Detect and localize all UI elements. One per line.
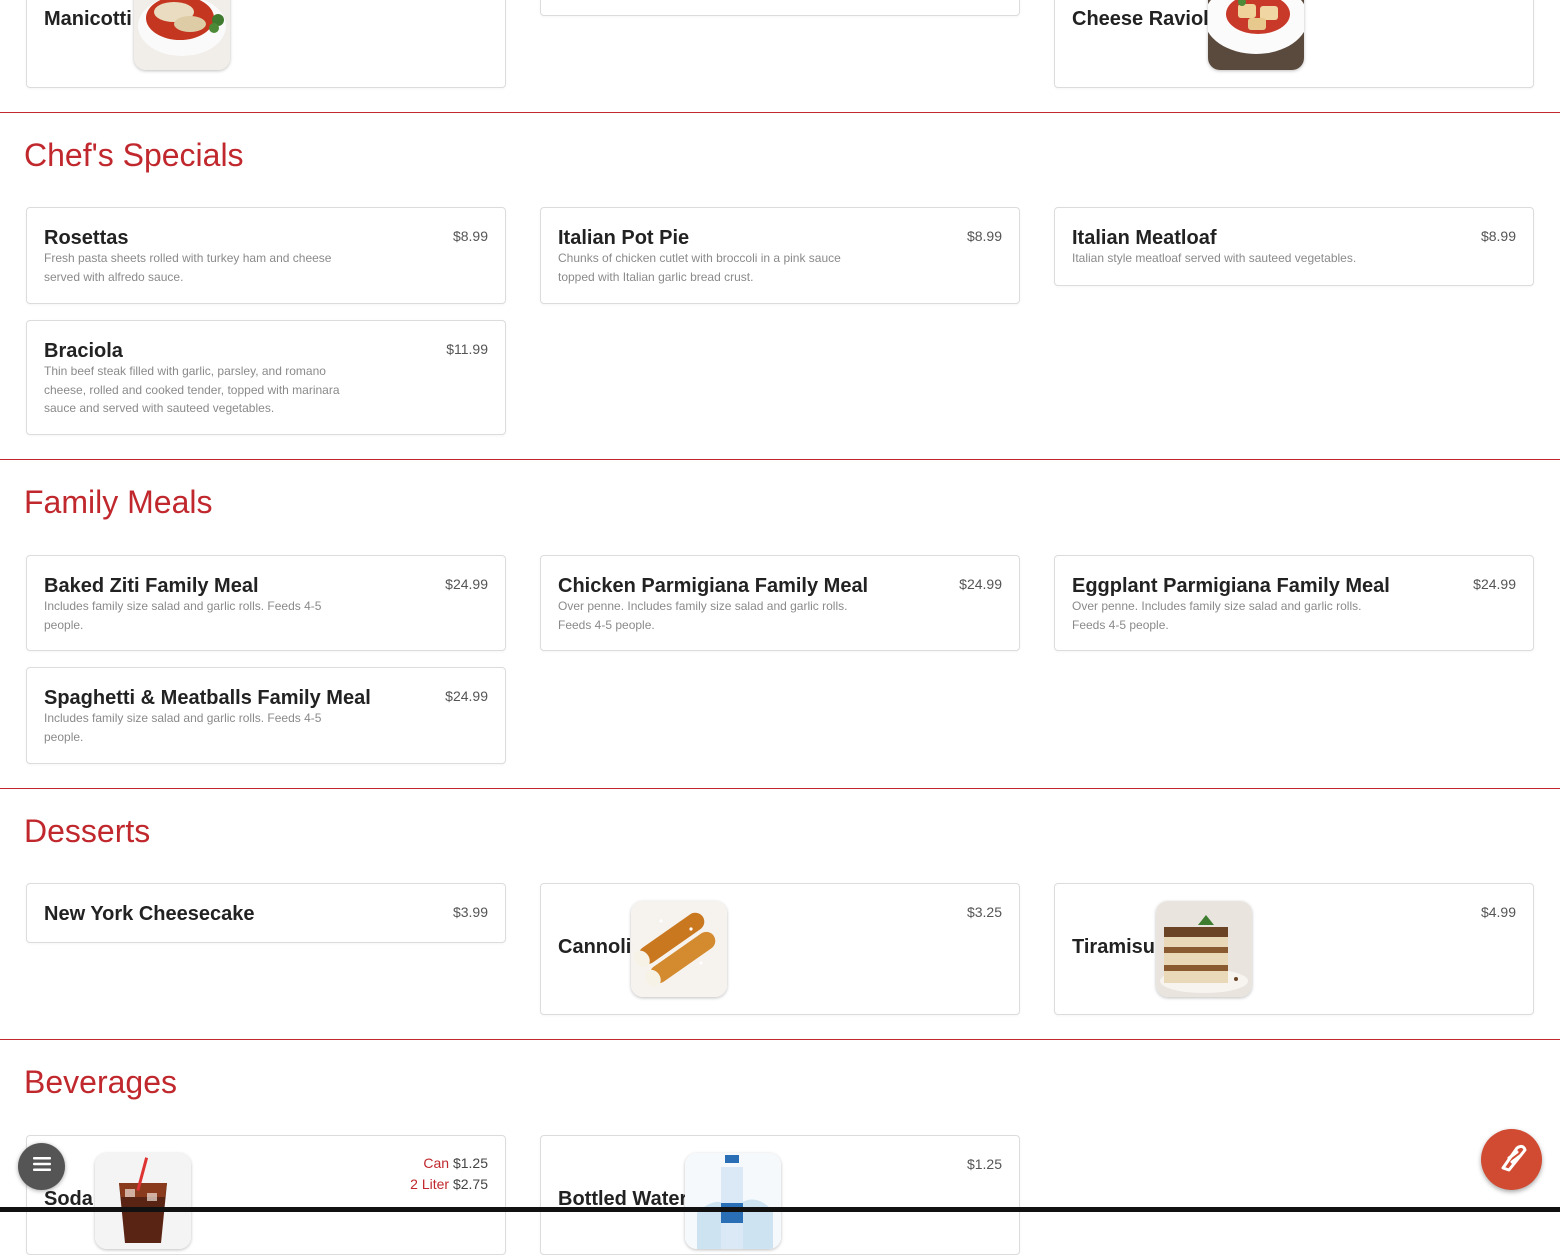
item-price: $4.99 [1480,904,1516,920]
price-option-value: $2.75 [452,1176,488,1192]
menu-item-card-bottled-water[interactable]: Bottled Water $1.25 [540,1135,1020,1255]
item-name: Cheese Ravioli [1072,8,1215,30]
hamburger-menu-icon [32,1156,52,1177]
item-description: Fresh pasta sheets rolled with turkey ha… [44,251,332,284]
order-online-button[interactable] [1481,1129,1542,1190]
cannoli-image [631,901,727,997]
item-description: Thin beef steak filled with garlic, pars… [44,364,340,415]
menu-item-card-cheese-ravioli[interactable]: Cheese Ravioli [1054,0,1534,88]
menu-toggle-button[interactable] [18,1143,65,1190]
order-food-icon [1495,1140,1529,1179]
price-option-2-liter: 2 Liter $2.75 [410,1176,488,1192]
menu-item-card-rosettas[interactable]: Rosettas $8.99 Fresh pasta sheets rolled… [26,207,506,304]
item-description: Includes family size salad and garlic ro… [44,711,322,744]
window-bottom-edge [0,1207,1560,1212]
item-name: Eggplant Parmigiana Family Meal [1072,575,1390,597]
menu-item-card-italian-meatloaf[interactable]: Italian Meatloaf $8.99 Italian style mea… [1054,207,1534,286]
section-divider [0,112,1560,113]
item-price: $11.99 [446,341,488,357]
item-price: $24.99 [445,576,488,592]
item-price: $8.99 [1480,228,1516,244]
item-price: $1.25 [966,1156,1002,1172]
menu-item-card-chicken-parmigiana-family-meal[interactable]: Chicken Parmigiana Family Meal $24.99 Ov… [540,555,1020,651]
menu-item-card-tiramisu[interactable]: Tiramisu $4.99 [1054,883,1534,1015]
item-description: Chunks of chicken cutlet with broccoli i… [558,251,841,284]
item-name: Italian Pot Pie [558,227,690,249]
price-option-label: Can [423,1155,450,1171]
menu-item-card-cannoli[interactable]: Cannoli $3.25 [540,883,1020,1015]
item-description: Over penne. Includes family size salad a… [558,599,848,632]
item-price: $8.99 [966,228,1002,244]
item-name: Braciola [44,340,123,362]
menu-item-card-partial[interactable] [540,0,1020,16]
menu-item-card-soda[interactable]: Soda Can $1.25 2 Liter $2.75 [26,1135,506,1255]
item-name: Spaghetti & Meatballs Family Meal [44,687,371,709]
bottled-water-image [685,1153,781,1249]
item-name: Rosettas [44,227,129,249]
menu-item-card-spaghetti-meatballs-family-meal[interactable]: Spaghetti & Meatballs Family Meal $24.99… [26,667,506,764]
section-title-beverages: Beverages [24,1064,177,1100]
item-name: New York Cheesecake [44,903,255,925]
item-price: $3.99 [452,904,488,920]
item-price: $24.99 [1473,576,1516,592]
item-name: Baked Ziti Family Meal [44,575,259,597]
section-divider [0,459,1560,460]
manicotti-image [134,0,230,70]
item-name: Tiramisu [1072,936,1155,958]
item-name: Manicotti [44,8,132,30]
item-price: $24.99 [445,688,488,704]
section-divider [0,1039,1560,1040]
menu-item-card-braciola[interactable]: Braciola $11.99 Thin beef steak filled w… [26,320,506,435]
item-name: Cannoli [558,936,632,958]
section-title-family-meals: Family Meals [24,484,213,520]
section-title-chefs-specials: Chef's Specials [24,137,244,173]
item-description: Includes family size salad and garlic ro… [44,599,322,632]
item-price: $8.99 [452,228,488,244]
menu-item-card-baked-ziti-family-meal[interactable]: Baked Ziti Family Meal $24.99 Includes f… [26,555,506,651]
price-option-label: 2 Liter [410,1176,450,1192]
cheese-ravioli-image [1208,0,1304,70]
menu-item-card-manicotti[interactable]: Manicotti [26,0,506,88]
item-description: Over penne. Includes family size salad a… [1072,599,1362,632]
item-name: Italian Meatloaf [1072,227,1217,249]
item-name: Chicken Parmigiana Family Meal [558,575,869,597]
item-description: Italian style meatloaf served with saute… [1072,251,1357,265]
price-option-value: $1.25 [452,1155,488,1171]
menu-item-card-italian-pot-pie[interactable]: Italian Pot Pie $8.99 Chunks of chicken … [540,207,1020,304]
menu-item-card-eggplant-parmigiana-family-meal[interactable]: Eggplant Parmigiana Family Meal $24.99 O… [1054,555,1534,651]
price-option-can: Can $1.25 [423,1155,488,1171]
tiramisu-image [1156,901,1252,997]
section-divider [0,788,1560,789]
item-price: $3.25 [966,904,1002,920]
menu-item-card-new-york-cheesecake[interactable]: New York Cheesecake $3.99 [26,883,506,943]
item-price: $24.99 [959,576,1002,592]
section-title-desserts: Desserts [24,813,151,849]
soda-image [95,1153,191,1249]
